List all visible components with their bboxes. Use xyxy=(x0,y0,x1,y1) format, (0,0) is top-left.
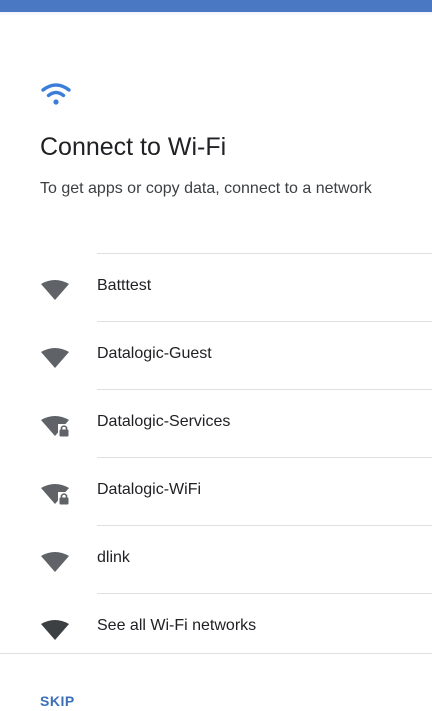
wifi-lock-icon xyxy=(41,416,70,437)
wifi-signal-icon xyxy=(41,620,69,640)
network-item-datalogic-guest[interactable]: Datalogic-Guest xyxy=(0,321,432,389)
wifi-lock-icon xyxy=(41,484,70,505)
network-item-dlink[interactable]: dlink xyxy=(0,525,432,593)
network-item-batttest[interactable]: Batttest xyxy=(0,253,432,321)
list-divider xyxy=(97,593,432,594)
footer-divider xyxy=(0,653,432,654)
see-all-networks-item[interactable]: See all Wi-Fi networks xyxy=(0,593,432,661)
top-accent-bar xyxy=(0,0,432,12)
top-bar-shadow xyxy=(0,12,432,16)
list-divider xyxy=(97,389,432,390)
network-name: Datalogic-Services xyxy=(97,413,231,430)
page-subtitle: To get apps or copy data, connect to a n… xyxy=(40,180,372,197)
network-name: Datalogic-Guest xyxy=(97,345,212,362)
wifi-signal-icon xyxy=(41,552,69,572)
list-divider xyxy=(97,253,432,254)
network-name: Batttest xyxy=(97,277,152,294)
list-divider xyxy=(97,457,432,458)
see-all-networks-label: See all Wi-Fi networks xyxy=(97,617,257,634)
list-divider xyxy=(97,525,432,526)
wifi-icon xyxy=(41,83,71,105)
network-item-datalogic-wifi[interactable]: Datalogic-WiFi xyxy=(0,457,432,525)
network-name: Datalogic-WiFi xyxy=(97,481,202,498)
wifi-signal-icon xyxy=(41,280,69,300)
skip-button[interactable]: SKIP xyxy=(40,693,75,709)
page-title: Connect to Wi-Fi xyxy=(40,133,227,161)
network-list: Batttest Datalogic-Guest Datalogic-Servi… xyxy=(0,253,432,661)
list-divider xyxy=(97,321,432,322)
wifi-signal-icon xyxy=(41,348,69,368)
network-item-datalogic-services[interactable]: Datalogic-Services xyxy=(0,389,432,457)
network-name: dlink xyxy=(97,549,130,566)
